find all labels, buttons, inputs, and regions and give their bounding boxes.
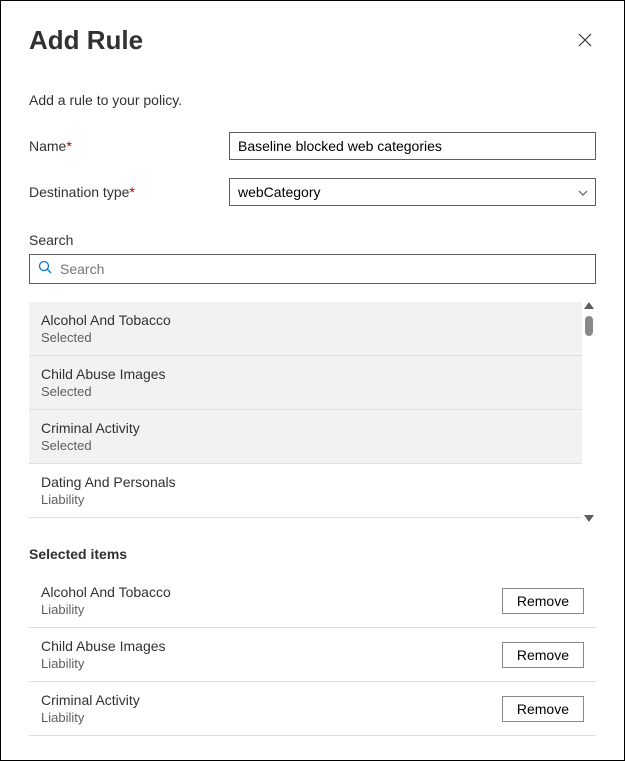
- search-icon: [38, 260, 52, 279]
- panel-header: Add Rule: [29, 25, 596, 56]
- scroll-up-icon[interactable]: [584, 302, 594, 309]
- remove-button[interactable]: Remove: [502, 696, 584, 722]
- search-box[interactable]: [29, 254, 596, 284]
- selected-item-row: Alcohol And Tobacco Liability Remove: [29, 574, 596, 628]
- scroll-down-icon[interactable]: [584, 515, 594, 522]
- remove-button[interactable]: Remove: [502, 642, 584, 668]
- selected-item-category: Liability: [41, 710, 140, 725]
- selected-item-row: Criminal Activity Liability Remove: [29, 682, 596, 736]
- selected-item-name: Criminal Activity: [41, 692, 140, 708]
- category-list: Alcohol And Tobacco Selected Child Abuse…: [29, 302, 596, 522]
- destination-type-label: Destination type*: [29, 184, 229, 200]
- close-button[interactable]: [574, 28, 596, 54]
- selected-item-row: Child Abuse Images Liability Remove: [29, 628, 596, 682]
- name-label: Name*: [29, 138, 229, 154]
- search-input[interactable]: [60, 261, 587, 277]
- list-item-status: Liability: [41, 492, 584, 507]
- search-label: Search: [29, 232, 596, 248]
- list-item-status: Selected: [41, 384, 584, 399]
- add-rule-panel: Add Rule Add a rule to your policy. Name…: [0, 0, 625, 761]
- selected-items-list: Alcohol And Tobacco Liability Remove Chi…: [29, 574, 596, 736]
- list-item[interactable]: Child Abuse Images Selected: [29, 356, 596, 410]
- panel-subtitle: Add a rule to your policy.: [29, 92, 596, 108]
- scrollbar[interactable]: [582, 302, 596, 522]
- scroll-thumb[interactable]: [585, 316, 593, 336]
- panel-title: Add Rule: [29, 25, 143, 56]
- destination-type-select[interactable]: webCategory: [229, 178, 596, 206]
- name-input[interactable]: [229, 132, 596, 160]
- selected-item-category: Liability: [41, 602, 171, 617]
- list-item[interactable]: Criminal Activity Selected: [29, 410, 596, 464]
- list-item-name: Child Abuse Images: [41, 366, 584, 382]
- selected-item-name: Alcohol And Tobacco: [41, 584, 171, 600]
- name-row: Name*: [29, 132, 596, 160]
- selected-item-category: Liability: [41, 656, 166, 671]
- list-item-name: Alcohol And Tobacco: [41, 312, 584, 328]
- list-item-name: Dating And Personals: [41, 474, 584, 490]
- list-item-status: Selected: [41, 330, 584, 345]
- list-item-name: Criminal Activity: [41, 420, 584, 436]
- selected-item-name: Child Abuse Images: [41, 638, 166, 654]
- list-item[interactable]: Dating And Personals Liability: [29, 464, 596, 518]
- required-asterisk: *: [66, 138, 71, 154]
- list-item-status: Selected: [41, 438, 584, 453]
- destination-type-row: Destination type* webCategory: [29, 178, 596, 206]
- required-asterisk: *: [129, 184, 134, 200]
- remove-button[interactable]: Remove: [502, 588, 584, 614]
- close-icon: [578, 33, 592, 47]
- list-item[interactable]: Alcohol And Tobacco Selected: [29, 302, 596, 356]
- selected-items-heading: Selected items: [29, 546, 596, 562]
